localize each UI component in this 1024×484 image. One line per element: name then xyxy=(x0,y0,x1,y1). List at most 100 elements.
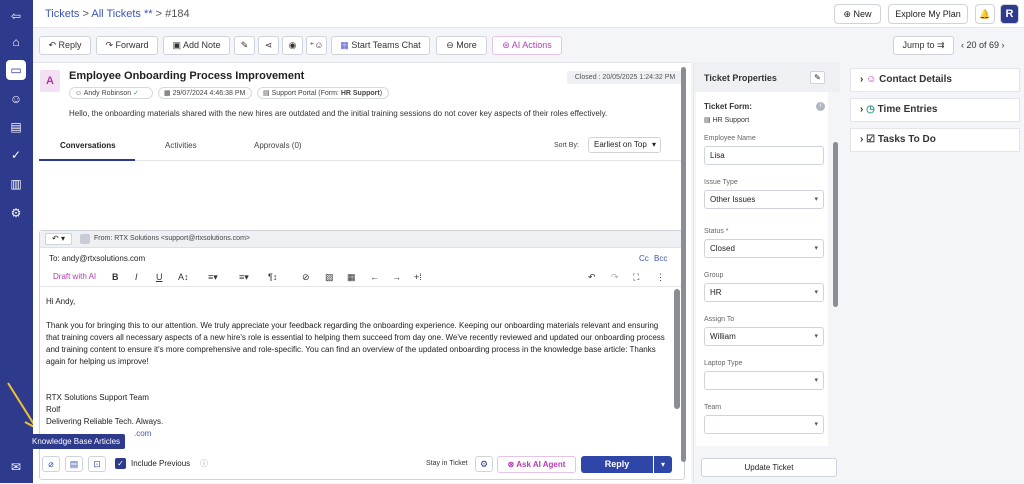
field-label: Status * xyxy=(704,228,729,235)
share-button[interactable]: ⋖ xyxy=(258,36,279,55)
undo-icon[interactable]: ↶ xyxy=(588,272,596,283)
group-select[interactable]: HR ▾ xyxy=(704,283,824,302)
user-avatar[interactable]: R xyxy=(1000,4,1019,24)
attach-icon[interactable]: ⌀ xyxy=(42,456,60,472)
pager-text: 20 of 69 xyxy=(966,40,1000,50)
reply-button[interactable]: ↶ Reply xyxy=(39,36,91,55)
add-note-button[interactable]: ▣ Add Note xyxy=(163,36,230,55)
status-select[interactable]: Closed ▾ xyxy=(704,239,824,258)
properties-scrollbar[interactable] xyxy=(833,142,838,307)
field-label: Laptop Type xyxy=(704,360,743,367)
more-icon: ⊖ xyxy=(446,40,457,50)
to-field[interactable]: To: andy@rtxsolutions.com xyxy=(49,254,145,263)
logout-icon[interactable]: ⇦ xyxy=(6,6,26,26)
chevron-down-icon: ▾ xyxy=(814,333,818,340)
portal-icon: ▤ xyxy=(263,90,272,97)
reply-mode-select[interactable]: ↶ ▾ xyxy=(45,233,72,245)
tab-conversations[interactable]: Conversations xyxy=(60,141,116,150)
requester-chip[interactable]: ☺ Andy Robinson ✓ xyxy=(69,87,153,99)
table-icon[interactable]: ▦ xyxy=(347,272,356,283)
settings-icon[interactable]: ⚙ xyxy=(6,203,26,223)
sort-select[interactable]: Earliest on Top ▾ xyxy=(588,137,661,153)
reply-options-dropdown[interactable]: ▾ xyxy=(654,456,672,473)
ai-actions-button[interactable]: ⊛ AI Actions xyxy=(492,36,562,55)
home-icon[interactable]: ⌂ xyxy=(6,32,26,52)
bold-icon[interactable]: B xyxy=(112,272,119,282)
sort-label: Sort By: xyxy=(554,142,579,149)
indent-icon[interactable]: → xyxy=(392,272,401,282)
pager: ‹ 20 of 69 › xyxy=(961,40,1005,50)
chat-icon[interactable]: ✉ xyxy=(6,457,26,477)
breadcrumb-all-tickets[interactable]: All Tickets ** xyxy=(91,8,152,20)
italic-icon[interactable]: I xyxy=(135,272,138,282)
employee-name-input[interactable]: Lisa xyxy=(704,146,824,165)
issue-type-select[interactable]: Other Issues ▾ xyxy=(704,190,824,209)
editor-body[interactable]: Hi Andy, Thank you for bringing this to … xyxy=(46,296,666,440)
image-icon[interactable]: ▨ xyxy=(325,272,334,283)
contact-details-section[interactable]: › ☺ Contact Details xyxy=(850,68,1020,92)
stay-settings-icon[interactable]: ⚙ xyxy=(475,456,493,472)
paragraph-icon[interactable]: ¶↕ xyxy=(268,272,277,282)
notifications-button[interactable]: 🔔 xyxy=(975,4,995,24)
ask-ai-agent-button[interactable]: ⊛ Ask AI Agent xyxy=(497,456,576,473)
include-previous-checkbox[interactable]: ✓ xyxy=(115,458,126,469)
form-icon: ▤ xyxy=(704,117,713,124)
approvals-icon[interactable]: ✓ xyxy=(6,145,26,165)
outdent-icon[interactable]: ← xyxy=(370,272,379,282)
more-button[interactable]: ⊖ More xyxy=(436,36,487,55)
add-user-button[interactable]: ⁺☺ xyxy=(306,36,327,55)
new-button[interactable]: ⊕ New xyxy=(834,4,881,24)
edit-properties-button[interactable]: ✎ xyxy=(810,71,825,84)
ticket-form-label: Ticket Form: xyxy=(704,102,752,111)
underline-icon[interactable]: U xyxy=(156,272,163,282)
eye-icon: ◉ xyxy=(288,40,297,50)
ordered-list-icon[interactable]: ≡▾ xyxy=(208,272,218,283)
laptop-type-select[interactable]: ▾ xyxy=(704,371,824,390)
team-select[interactable]: ▾ xyxy=(704,415,824,434)
font-size-icon[interactable]: A↕ xyxy=(178,272,189,282)
ticket-toolbar: ↶ Reply ↷ Forward ▣ Add Note ✎ ⋖ ◉ ⁺☺ ▦ … xyxy=(33,28,691,62)
edit-button[interactable]: ✎ xyxy=(234,36,255,55)
contacts-icon[interactable]: ☺ xyxy=(6,89,26,109)
card-scrollbar[interactable] xyxy=(681,67,686,462)
field-label: Issue Type xyxy=(704,179,738,186)
pencil-icon: ✎ xyxy=(814,73,821,82)
tab-activities[interactable]: Activities xyxy=(165,141,197,150)
knowledge-base-icon[interactable]: ▤ xyxy=(6,117,26,137)
insert-canned-icon[interactable]: ⊡ xyxy=(88,456,106,472)
knowledge-base-articles-icon[interactable]: ▤ xyxy=(65,456,83,472)
explore-plan-button[interactable]: Explore My Plan xyxy=(888,4,968,24)
redo-icon[interactable]: ↷ xyxy=(611,272,619,283)
send-reply-button[interactable]: Reply xyxy=(581,456,653,473)
link-icon[interactable]: ⊘ xyxy=(302,272,310,283)
editor-footer: ⌀ ▤ ⊡ ✓ Include Previous ⓘ Stay in Ticke… xyxy=(39,453,685,475)
forward-button[interactable]: ↷ Forward xyxy=(96,36,158,55)
bullet-list-icon[interactable]: ≡▾ xyxy=(239,272,249,283)
watch-button[interactable]: ◉ xyxy=(282,36,303,55)
from-line: From: RTX Solutions <support@rtxsolution… xyxy=(94,235,250,242)
signature-link[interactable]: .com xyxy=(46,428,666,440)
teams-icon: ▦ xyxy=(340,40,352,50)
tickets-icon[interactable]: ▭ xyxy=(6,60,26,80)
more-options-icon[interactable]: ⋮ xyxy=(656,272,665,283)
time-entries-section[interactable]: › ◷ Time Entries xyxy=(850,98,1020,122)
teams-chat-button[interactable]: ▦ Start Teams Chat xyxy=(331,36,430,55)
fullscreen-icon[interactable]: ⛶ xyxy=(633,272,639,283)
jump-to-button[interactable]: Jump to ⇉ xyxy=(893,36,954,55)
checkbox-icon: ☑ xyxy=(866,134,878,145)
tab-approvals[interactable]: Approvals (0) xyxy=(254,141,302,150)
assign-to-select[interactable]: William ▾ xyxy=(704,327,824,346)
next-icon[interactable]: › xyxy=(999,40,1005,50)
pencil-icon: ✎ xyxy=(240,40,249,50)
update-ticket-button[interactable]: Update Ticket xyxy=(701,458,837,477)
draft-with-ai-button[interactable]: Draft with AI xyxy=(53,272,96,281)
ticket-description: Hello, the onboarding materials shared w… xyxy=(69,109,608,118)
tasks-section[interactable]: › ☑ Tasks To Do xyxy=(850,128,1020,152)
sender-icon xyxy=(80,234,90,244)
horizontal-rule-icon[interactable]: +⁞ xyxy=(414,272,422,282)
signature-line: Delivering Reliable Tech. Always. xyxy=(46,417,164,426)
breadcrumb-tickets[interactable]: Tickets xyxy=(45,8,79,20)
cc-link[interactable]: Cc xyxy=(639,254,649,263)
reports-icon[interactable]: ▥ xyxy=(6,174,26,194)
bcc-link[interactable]: Bcc xyxy=(654,254,667,263)
